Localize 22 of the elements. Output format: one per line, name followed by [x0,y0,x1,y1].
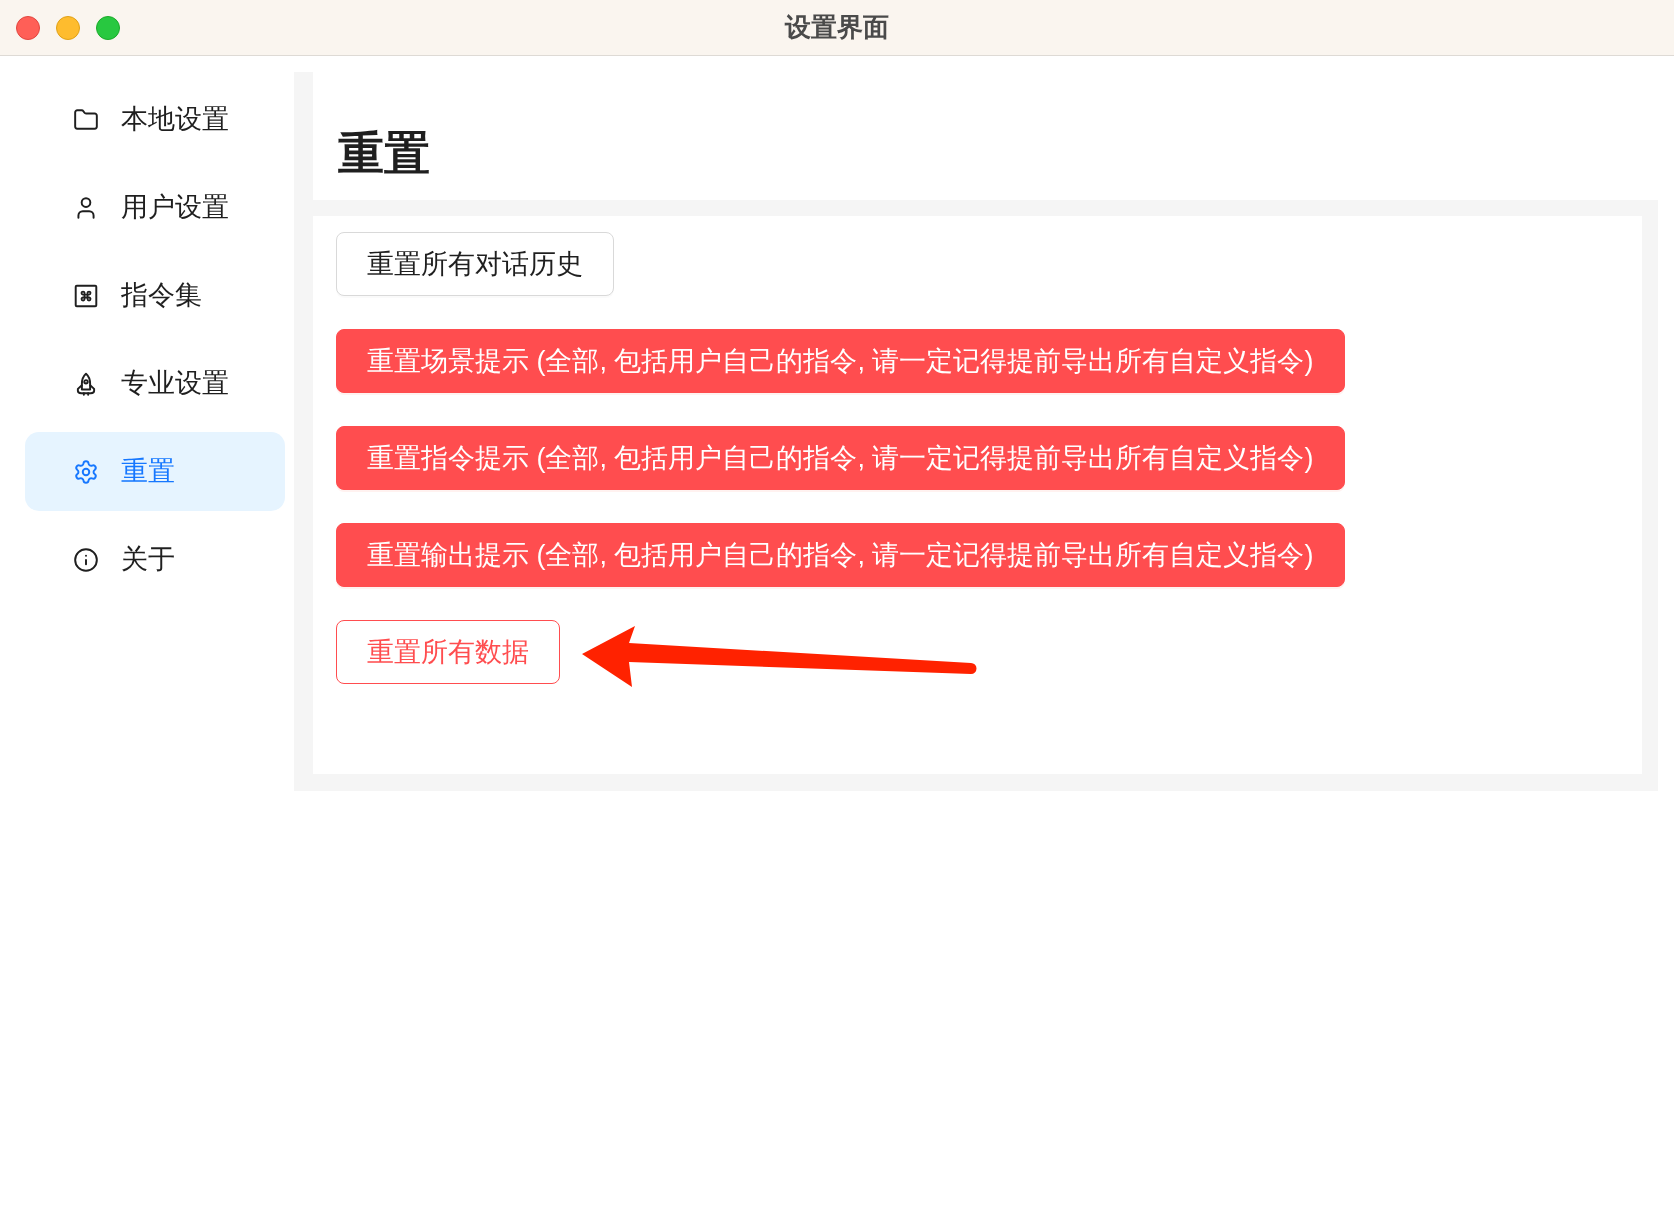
sidebar-item-label: 重置 [121,455,175,489]
window-title: 设置界面 [785,11,889,44]
sidebar-item[interactable]: 专业设置 [25,344,285,423]
sidebar-item-label: 用户设置 [121,191,229,225]
close-button[interactable] [16,15,40,40]
settings-icon [73,458,99,485]
sidebar-item-label: 指令集 [121,279,202,313]
sidebar-item-label: 专业设置 [121,367,229,401]
sidebar-item-label: 关于 [121,543,175,577]
sidebar-item-label: 本地设置 [121,103,229,137]
sidebar-item[interactable]: 指令集 [25,256,285,335]
command-key-icon [73,282,99,309]
reset-history-button[interactable]: 重置所有对话历史 [336,232,614,296]
info-icon [73,546,99,573]
sidebar-item[interactable]: 关于 [25,520,285,599]
sidebar-item[interactable]: 用户设置 [25,168,285,247]
sidebar-item[interactable]: 本地设置 [25,80,285,159]
folder-icon [73,106,99,133]
page-title: 重置 [338,130,430,176]
minimize-button[interactable] [56,15,80,40]
sidebar-item[interactable]: 重置 [25,432,285,511]
maximize-button[interactable] [96,15,120,40]
